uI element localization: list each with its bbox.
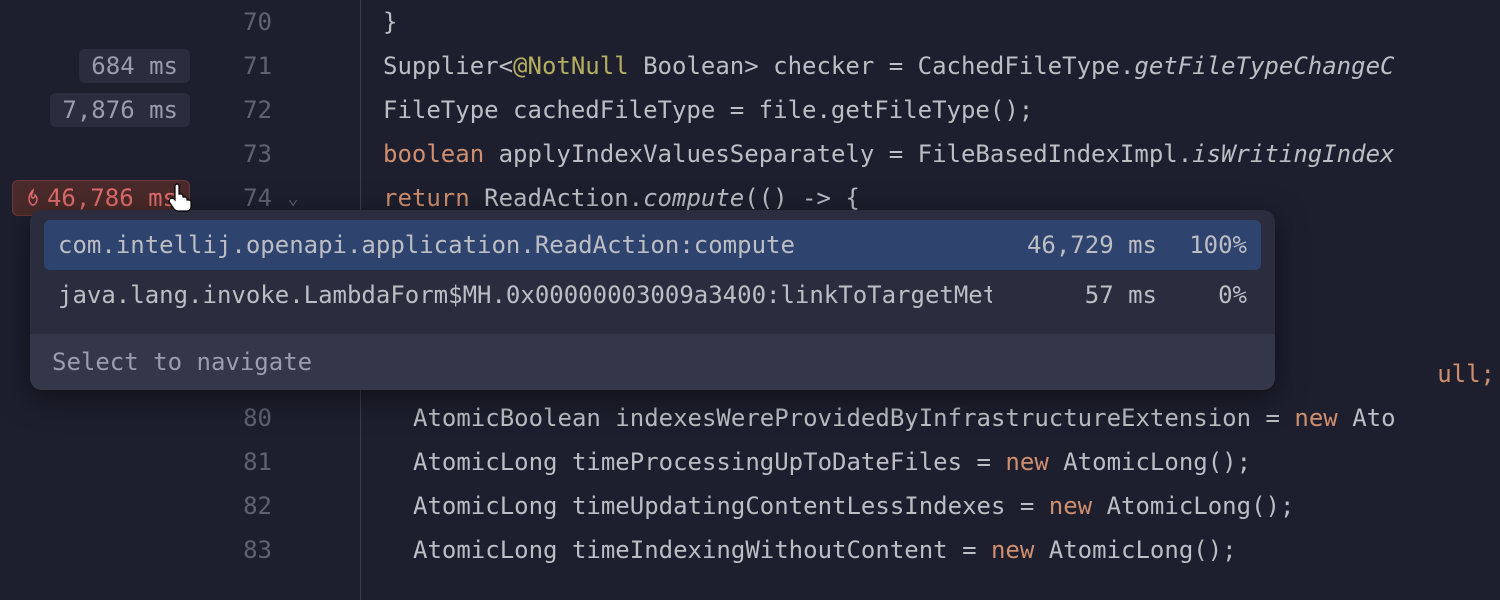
line-number: 80 [243,404,272,432]
chevron-down-icon[interactable]: ⌄ [288,188,299,209]
flame-icon [25,188,41,208]
popup-method-name: java.lang.invoke.LambdaForm$MH.0x0000000… [58,281,992,309]
popup-method-name: com.intellij.openapi.application.ReadAct… [58,231,992,259]
code-line: return ReadAction.compute(() -> { [308,184,860,212]
code-line: AtomicLong timeProcessingUpToDateFiles =… [308,448,1251,476]
code-line: } [308,8,397,36]
metric-badge[interactable]: 7,876 ms [50,93,190,127]
line-number: 81 [243,448,272,476]
popup-percentage: 0% [1177,281,1247,309]
code-line: FileType cachedFileType = file.getFileTy… [308,96,1033,124]
popup-percentage: 100% [1177,231,1247,259]
metric-badge[interactable]: 684 ms [79,49,190,83]
line-number: 83 [243,536,272,564]
popup-footer-hint: Select to navigate [30,334,1275,390]
popup-row[interactable]: java.lang.invoke.LambdaForm$MH.0x0000000… [30,270,1275,320]
popup-ms: 46,729 ms [1012,231,1157,259]
line-number: 71 [243,52,272,80]
popup-ms: 57 ms [1012,281,1157,309]
line-number: 70 [243,8,272,36]
code-line: Supplier<@NotNull Boolean> checker = Cac… [308,52,1394,80]
profiler-popup: com.intellij.openapi.application.ReadAct… [30,210,1275,390]
code-line: AtomicLong timeIndexingWithoutContent = … [308,536,1237,564]
line-number: 82 [243,492,272,520]
popup-row[interactable]: com.intellij.openapi.application.ReadAct… [44,220,1261,270]
code-line: AtomicLong timeUpdatingContentLessIndexe… [308,492,1294,520]
line-number: 73 [243,140,272,168]
line-number: 74 [243,184,272,212]
code-line: ull; [1437,360,1495,388]
metric-badge-label: 46,786 ms [47,184,177,212]
code-line: AtomicBoolean indexesWereProvidedByInfra… [308,404,1396,432]
code-line: boolean applyIndexValuesSeparately = Fil… [308,140,1394,168]
line-number: 72 [243,96,272,124]
